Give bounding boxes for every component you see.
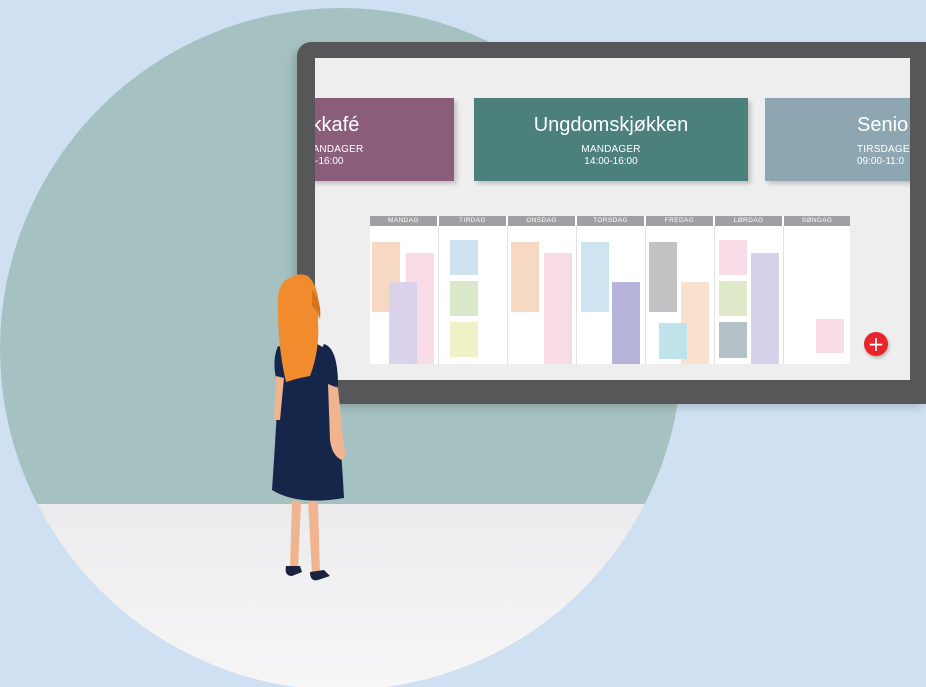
calendar-event[interactable] [389, 282, 417, 364]
monitor-screen: Ikkafé MANDAGER 10-16:00 Ungdomskjøkken … [315, 58, 910, 380]
calendar-event[interactable] [659, 323, 687, 359]
day-header-tirdag: TIRDAG [439, 216, 506, 226]
calendar-event[interactable] [450, 281, 478, 316]
card-time: 14:00-16:00 [584, 156, 638, 167]
card-time: 10-16:00 [315, 156, 344, 167]
day-header-mandag: MANDAG [370, 216, 437, 226]
calendar-event[interactable] [450, 322, 478, 357]
wall-monitor: Ikkafé MANDAGER 10-16:00 Ungdomskjøkken … [297, 42, 926, 404]
calendar-event[interactable] [612, 282, 640, 364]
day-header-fredag: FREDAG [646, 216, 713, 226]
activity-card-ungdomskjokken[interactable]: Ungdomskjøkken MANDAGER 14:00-16:00 [474, 98, 748, 181]
card-days: MANDAGER [581, 144, 641, 155]
card-title: Ikkafé [315, 114, 360, 136]
day-header-torsdag: TORSDAG [577, 216, 644, 226]
card-days: MANDAGER [315, 144, 364, 155]
illustration-scene: Ikkafé MANDAGER 10-16:00 Ungdomskjøkken … [0, 0, 926, 687]
calendar-event[interactable] [450, 240, 478, 275]
card-title: Senio [857, 114, 909, 136]
calendar-event[interactable] [544, 253, 572, 364]
weekly-calendar: MANDAG TIRDAG ONSDAG TORSDAG FREDAG LØRD… [370, 216, 850, 364]
day-header-sondag: SØNDAG [784, 216, 850, 226]
calendar-event[interactable] [649, 242, 677, 312]
activity-card-cafe[interactable]: Ikkafé MANDAGER 10-16:00 [315, 98, 454, 181]
person-figure [272, 274, 346, 581]
calendar-event[interactable] [511, 242, 539, 312]
add-button[interactable]: + [864, 332, 888, 356]
card-title: Ungdomskjøkken [533, 114, 689, 136]
activity-card-senior[interactable]: Senio TIRSDAGE 09:00-11:0 [765, 98, 910, 181]
card-days: TIRSDAGE [857, 144, 910, 155]
calendar-event[interactable] [816, 319, 844, 353]
day-header-onsdag: ONSDAG [508, 216, 575, 226]
calendar-event[interactable] [719, 281, 747, 316]
calendar-event[interactable] [581, 242, 609, 312]
day-header-lordag: LØRDAG [715, 216, 782, 226]
calendar-event[interactable] [719, 322, 747, 358]
card-time: 09:00-11:0 [857, 156, 905, 167]
calendar-event[interactable] [751, 253, 779, 364]
calendar-event[interactable] [719, 240, 747, 275]
